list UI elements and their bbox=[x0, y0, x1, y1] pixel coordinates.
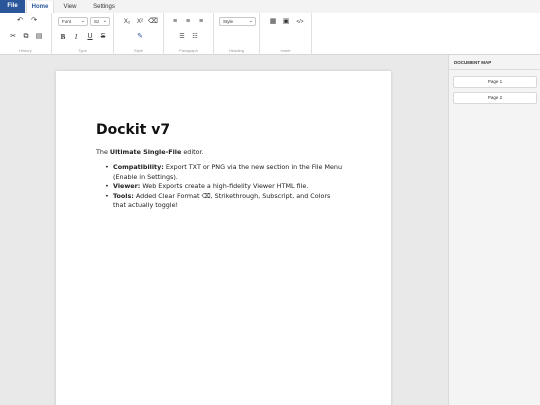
style-select[interactable]: Style ⌄ bbox=[219, 17, 256, 26]
document-map-panel: DOCUMENT MAP Page 1 Page 2 bbox=[448, 55, 540, 405]
style-select-value: Style bbox=[223, 19, 234, 24]
insert-group: ▦ ▣ </> Insert bbox=[260, 13, 312, 55]
menu-bar: File Home View Settings bbox=[0, 0, 540, 14]
list-item-text: Web Exports create a high-fidelity Viewe… bbox=[140, 182, 309, 190]
bullet-list-icon[interactable]: ☰ bbox=[177, 32, 187, 42]
history-group: ↶ ↷ ✂ ⧉ ▤ History bbox=[0, 13, 52, 55]
clear-format-icon[interactable]: ⌫ bbox=[148, 17, 158, 27]
intro-bold: Ultimate Single-File bbox=[109, 148, 182, 156]
image-icon[interactable]: ▣ bbox=[281, 17, 291, 27]
list-item: Compatibility: Export TXT or PNG via the… bbox=[105, 163, 345, 182]
align-right-icon[interactable]: ≡ bbox=[196, 17, 206, 27]
align-left-icon[interactable]: ≡ bbox=[170, 17, 180, 27]
redo-icon[interactable]: ↷ bbox=[29, 16, 39, 26]
tab-settings[interactable]: Settings bbox=[87, 1, 121, 13]
pen-icon[interactable]: ✎ bbox=[135, 32, 145, 42]
strikethrough-button[interactable]: S bbox=[98, 32, 108, 42]
docmap-page-1[interactable]: Page 1 bbox=[453, 76, 537, 88]
document-map-title: DOCUMENT MAP bbox=[454, 60, 492, 65]
insert-label: Insert bbox=[280, 48, 291, 53]
paste-icon[interactable]: ▤ bbox=[34, 32, 44, 42]
type-group: Font ⌄ Sz ⌄ B I U S Type bbox=[52, 13, 114, 55]
size-select[interactable]: Sz ⌄ bbox=[90, 17, 110, 26]
heading-group: Style ⌄ Heading bbox=[214, 13, 260, 55]
undo-icon[interactable]: ↶ bbox=[15, 16, 25, 26]
document-intro[interactable]: The Ultimate Single-File editor. bbox=[96, 148, 204, 156]
list-item: Tools: Added Clear Format ⌫, Strikethrou… bbox=[105, 192, 345, 211]
heading-label: Heading bbox=[229, 48, 244, 53]
list-item-label: Tools: bbox=[113, 191, 134, 200]
code-icon[interactable]: </> bbox=[293, 17, 307, 27]
paragraph-group: ≡ ≡ ≡ ☰ ☷ Paragraph bbox=[164, 13, 214, 55]
style-group: X₂ X² ⌫ ✎ Style bbox=[114, 13, 164, 55]
intro-suffix: editor. bbox=[181, 148, 204, 156]
subscript-button[interactable]: X₂ bbox=[122, 17, 132, 27]
list-item-label: Compatibility: bbox=[113, 163, 164, 171]
ribbon-toolbar: ↶ ↷ ✂ ⧉ ▤ History Font ⌄ Sz ⌄ B I U S Ty… bbox=[0, 13, 540, 55]
style-label: Style bbox=[134, 48, 143, 53]
chevron-down-icon: ⌄ bbox=[102, 18, 107, 24]
list-item: Viewer: Web Exports create a high-fideli… bbox=[105, 182, 345, 192]
document-title[interactable]: Dockit v7 bbox=[96, 122, 170, 138]
font-select-value: Font bbox=[62, 19, 72, 24]
document-page[interactable]: Dockit v7 The Ultimate Single-File edito… bbox=[56, 71, 391, 405]
docmap-page-2[interactable]: Page 2 bbox=[453, 92, 537, 104]
numbered-list-icon[interactable]: ☷ bbox=[190, 32, 200, 42]
type-label: Type bbox=[78, 48, 87, 53]
underline-button[interactable]: U bbox=[85, 32, 95, 42]
copy-icon[interactable]: ⧉ bbox=[21, 32, 31, 42]
size-select-value: Sz bbox=[94, 19, 100, 24]
chevron-down-icon: ⌄ bbox=[80, 18, 85, 24]
font-select[interactable]: Font ⌄ bbox=[58, 17, 88, 26]
paragraph-label: Paragraph bbox=[179, 48, 198, 53]
divider bbox=[449, 69, 540, 70]
feature-list[interactable]: Compatibility: Export TXT or PNG via the… bbox=[105, 163, 345, 211]
tab-view[interactable]: View bbox=[58, 1, 82, 13]
bold-button[interactable]: B bbox=[58, 32, 68, 42]
tab-file[interactable]: File bbox=[0, 0, 25, 13]
intro-prefix: The bbox=[96, 148, 110, 156]
italic-button[interactable]: I bbox=[71, 32, 81, 42]
list-item-text: Added Clear Format ⌫, Strikethrough, Sub… bbox=[113, 191, 331, 210]
superscript-button[interactable]: X² bbox=[135, 17, 145, 27]
list-item-label: Viewer: bbox=[113, 182, 141, 190]
chevron-down-icon: ⌄ bbox=[248, 18, 253, 24]
scissors-icon[interactable]: ✂ bbox=[8, 32, 18, 42]
align-center-icon[interactable]: ≡ bbox=[183, 17, 193, 27]
table-icon[interactable]: ▦ bbox=[268, 17, 278, 27]
history-label: History bbox=[19, 48, 32, 53]
